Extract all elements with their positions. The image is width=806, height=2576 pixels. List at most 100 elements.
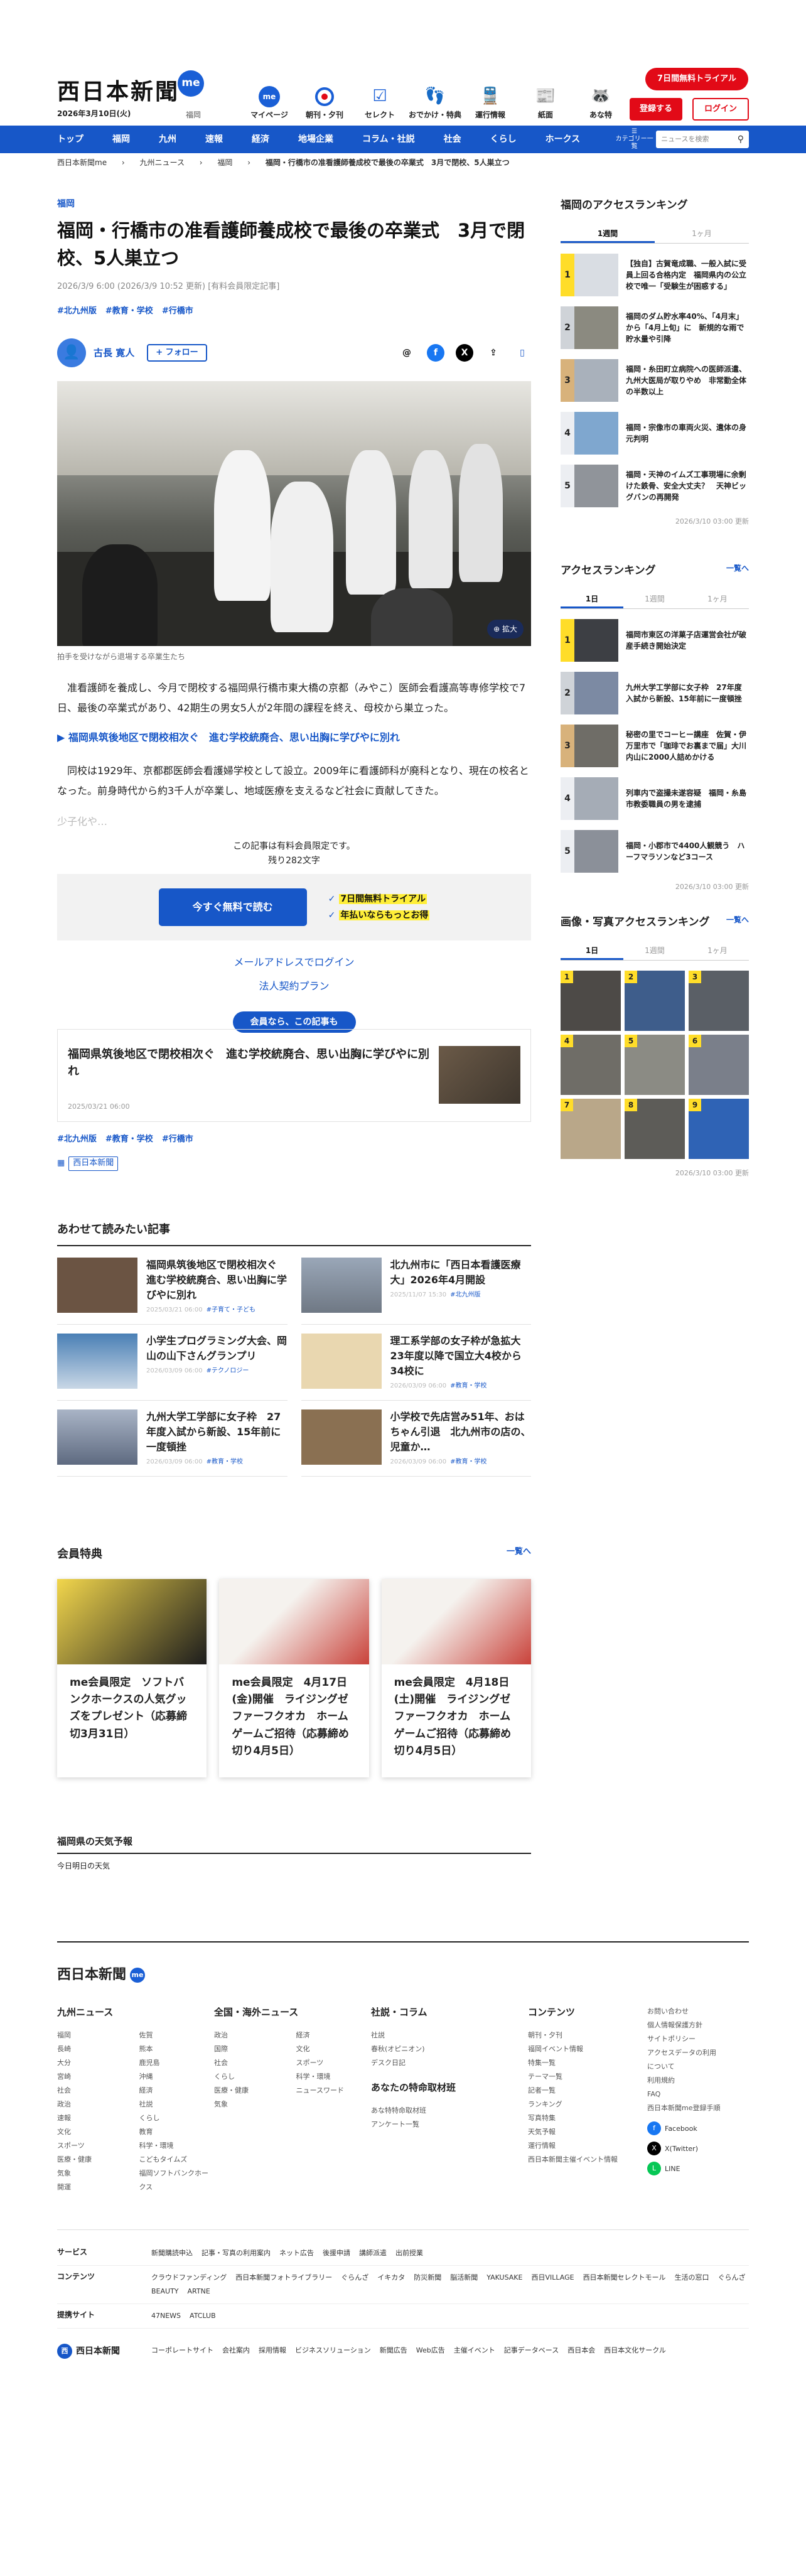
ranking-item[interactable]: 2 九州大学工学部に女子枠 27年度入試から新設、15年前に一度頓挫 [561,671,749,714]
tag-link[interactable]: #教育・学校 [105,305,153,318]
footer-link[interactable]: 沖縄 [139,2070,215,2084]
footer-link[interactable]: 文化 [296,2042,372,2056]
nav-item-life[interactable]: くらし [490,132,517,146]
footer-link[interactable]: 佐賀 [139,2029,215,2042]
breadcrumb-item[interactable]: 九州ニュース [140,158,185,167]
footer-link[interactable]: 後援申請 [323,2249,350,2257]
tag-link[interactable]: #教育・学校 [105,1133,153,1146]
photo-ranking-item[interactable]: 6 [689,1034,749,1095]
ranking-item[interactable]: 1 福岡市東区の洋菓子店運営会社が破産手続き開始決定 [561,618,749,662]
footer-link[interactable]: 福岡イベント情報 [528,2042,647,2056]
header-nav-print[interactable]: 📰 紙面 [518,84,573,121]
header-nav-traffic[interactable]: 🚆 運行情報 [463,84,518,121]
photo-ranking-item[interactable]: 2 [625,970,685,1031]
social-link-line[interactable]: L LINE [647,2162,723,2176]
footer-link[interactable]: 国際 [214,2042,289,2056]
footer-link[interactable]: 速報 [57,2111,132,2125]
recommended-article[interactable]: 小学校で先店営み51年、おはちゃん引退 北九州市の店の、児童か… 2026/03/… [301,1401,531,1477]
footer-link[interactable]: 科学・環境 [296,2070,372,2084]
login-button[interactable]: ログイン [692,98,749,121]
breadcrumb-item[interactable]: 福岡 [217,158,232,167]
footer-link[interactable]: スポーツ [296,2056,372,2070]
recommended-tag[interactable]: #テクノロジー [207,1367,249,1374]
ranking-item[interactable]: 3 秘密の里でコーヒー講座 佐賀・伊万里市で「珈琲でお裏まで届」大川内山に2000… [561,724,749,767]
benefit-card[interactable]: me会員限定 ソフトバンクホークスの人気グッズをプレゼント（応募締切3月31日） [57,1579,207,1778]
recommended-article[interactable]: 福岡県筑後地区で閉校相次ぐ 進む学校統廃合、思い出胸に学びやに別れ 2025/03… [57,1249,287,1325]
footer-link[interactable]: 政治 [57,2098,132,2111]
footer-link[interactable]: 記者一覧 [528,2084,647,2098]
footer-link[interactable]: 教育 [139,2125,215,2139]
footer-link[interactable]: 鹿児島 [139,2056,215,2070]
footer-bottom-link[interactable]: コーポレートサイト [151,2346,213,2354]
footer-link[interactable]: 特集一覧 [528,2056,647,2070]
tab-1day[interactable]: 1日 [561,590,623,608]
ranking-item[interactable]: 4 福岡・宗像市の車両火災、遺体の身元判明 [561,412,749,455]
article-photo[interactable]: ⊕ 拡大 [57,380,531,646]
recommended-tag[interactable]: #教育・学校 [450,1458,486,1465]
footer-link[interactable]: 西日VILLAGE [531,2273,574,2282]
footer-bottom-link[interactable]: 記事データベース [504,2346,559,2354]
social-link-facebook[interactable]: f Facebook [647,2121,723,2136]
footer-link[interactable]: 西日本新聞主催イベント情報 [528,2153,647,2167]
footer-link[interactable]: 防災新聞 [414,2273,441,2282]
ranking-item[interactable]: 5 福岡・天神のイムズ工事現場に余剰けた鉄骨、安全大丈夫？ 天神ビッグバンの再開発 [561,465,749,508]
footer-link[interactable]: アンケート一覧 [371,2118,528,2131]
nav-item-society[interactable]: 社会 [444,132,461,146]
footer-link[interactable]: 経済 [296,2029,372,2042]
photo-ranking-item[interactable]: 8 [625,1098,685,1159]
register-button[interactable]: 登録する [630,98,682,121]
nav-item-fukuoka[interactable]: 福岡 [112,132,130,146]
footer-link[interactable]: 講師派遣 [359,2249,387,2257]
footer-bottom-link[interactable]: 西日本文化サークル [604,2346,666,2354]
footer-link[interactable]: 運行情報 [528,2139,647,2153]
free-trial-button[interactable]: 7日間無料トライアル [645,68,748,90]
footer-bottom-link[interactable]: 主催イベント [454,2346,495,2354]
footer-link[interactable]: 大分 [57,2056,132,2070]
footer-bottom-logo[interactable]: 西西日本新聞 [57,2344,151,2359]
footer-link[interactable]: 気象 [214,2098,289,2111]
read-free-button[interactable]: 今すぐ無料で読む [158,888,307,927]
footer-link[interactable]: 社説 [139,2098,215,2111]
publisher-badge[interactable]: ▦ 西日本新聞 [57,1156,119,1171]
footer-link[interactable]: ランキング [528,2098,647,2111]
footer-link[interactable]: 開運 [57,2180,132,2194]
footer-link[interactable]: 新聞購読申込 [151,2249,193,2257]
threads-icon[interactable]: @ [398,344,416,362]
footer-side-link[interactable]: 利用規約 [647,2074,723,2088]
search-input[interactable]: ニュースを検索 [661,134,709,145]
footer-link[interactable]: 経済 [139,2084,215,2098]
footer-link[interactable]: 福岡 [57,2029,132,2042]
weather-tab[interactable]: 今日明日の天気 [57,1860,531,1872]
nav-item-top[interactable]: トップ [57,132,83,146]
nav-item-economy[interactable]: 経済 [252,132,269,146]
tab-1month[interactable]: 1ヶ月 [686,941,749,960]
footer-link[interactable]: 社会 [57,2084,132,2098]
footer-side-link[interactable]: サイトポリシー [647,2032,723,2046]
tag-link[interactable]: #行橋市 [162,305,193,318]
corporate-plan-link[interactable]: 法人契約プラン [57,978,531,994]
access-ranking-more-link[interactable]: 一覧へ [726,563,749,579]
ranking-item[interactable]: 2 福岡のダム貯水率40%、「4月末」から「4月上旬」に 新規的な雨で貯水量や引降 [561,306,749,350]
nav-item-column[interactable]: コラム・社説 [362,132,415,146]
footer-side-link[interactable]: お問い合わせ [647,2005,723,2018]
photo-ranking-item[interactable]: 1 [561,970,621,1031]
share-icon[interactable]: ⇪ [485,344,502,362]
footer-link[interactable]: こどもタイムズ [139,2153,215,2167]
footer-bottom-link[interactable]: ビジネスソリューション [295,2346,371,2354]
footer-link[interactable]: 写真特集 [528,2111,647,2125]
author-avatar-icon[interactable]: 👤 [57,338,86,367]
photo-ranking-item[interactable]: 9 [689,1098,749,1159]
footer-bottom-link[interactable]: 新聞広告 [380,2346,407,2354]
footer-link[interactable]: 福岡ソフトバンクホークス [139,2167,215,2194]
footer-link[interactable]: ネット広告 [279,2249,314,2257]
recommended-tag[interactable]: #北九州版 [450,1291,480,1298]
social-link-x[interactable]: X X(Twitter) [647,2142,723,2156]
facebook-icon[interactable]: f [427,343,444,362]
ranking-item[interactable]: 4 列車内で盗撮未遂容疑 福岡・糸島市教委職員の男を逮捕 [561,777,749,820]
header-nav-paper[interactable]: 朝刊・夕刊 [297,84,352,121]
follow-button[interactable]: + フォロー [147,343,207,362]
members-article-card[interactable]: 福岡県筑後地区で閉校相次ぐ 進む学校統廃合、思い出胸に学びやに別れ 2025/0… [57,1029,531,1122]
category-menu-button[interactable]: ☰ カテゴリー一覧 [613,128,656,151]
footer-link[interactable]: 社会 [214,2056,289,2070]
footer-link[interactable]: YAKUSAKE [486,2273,522,2282]
